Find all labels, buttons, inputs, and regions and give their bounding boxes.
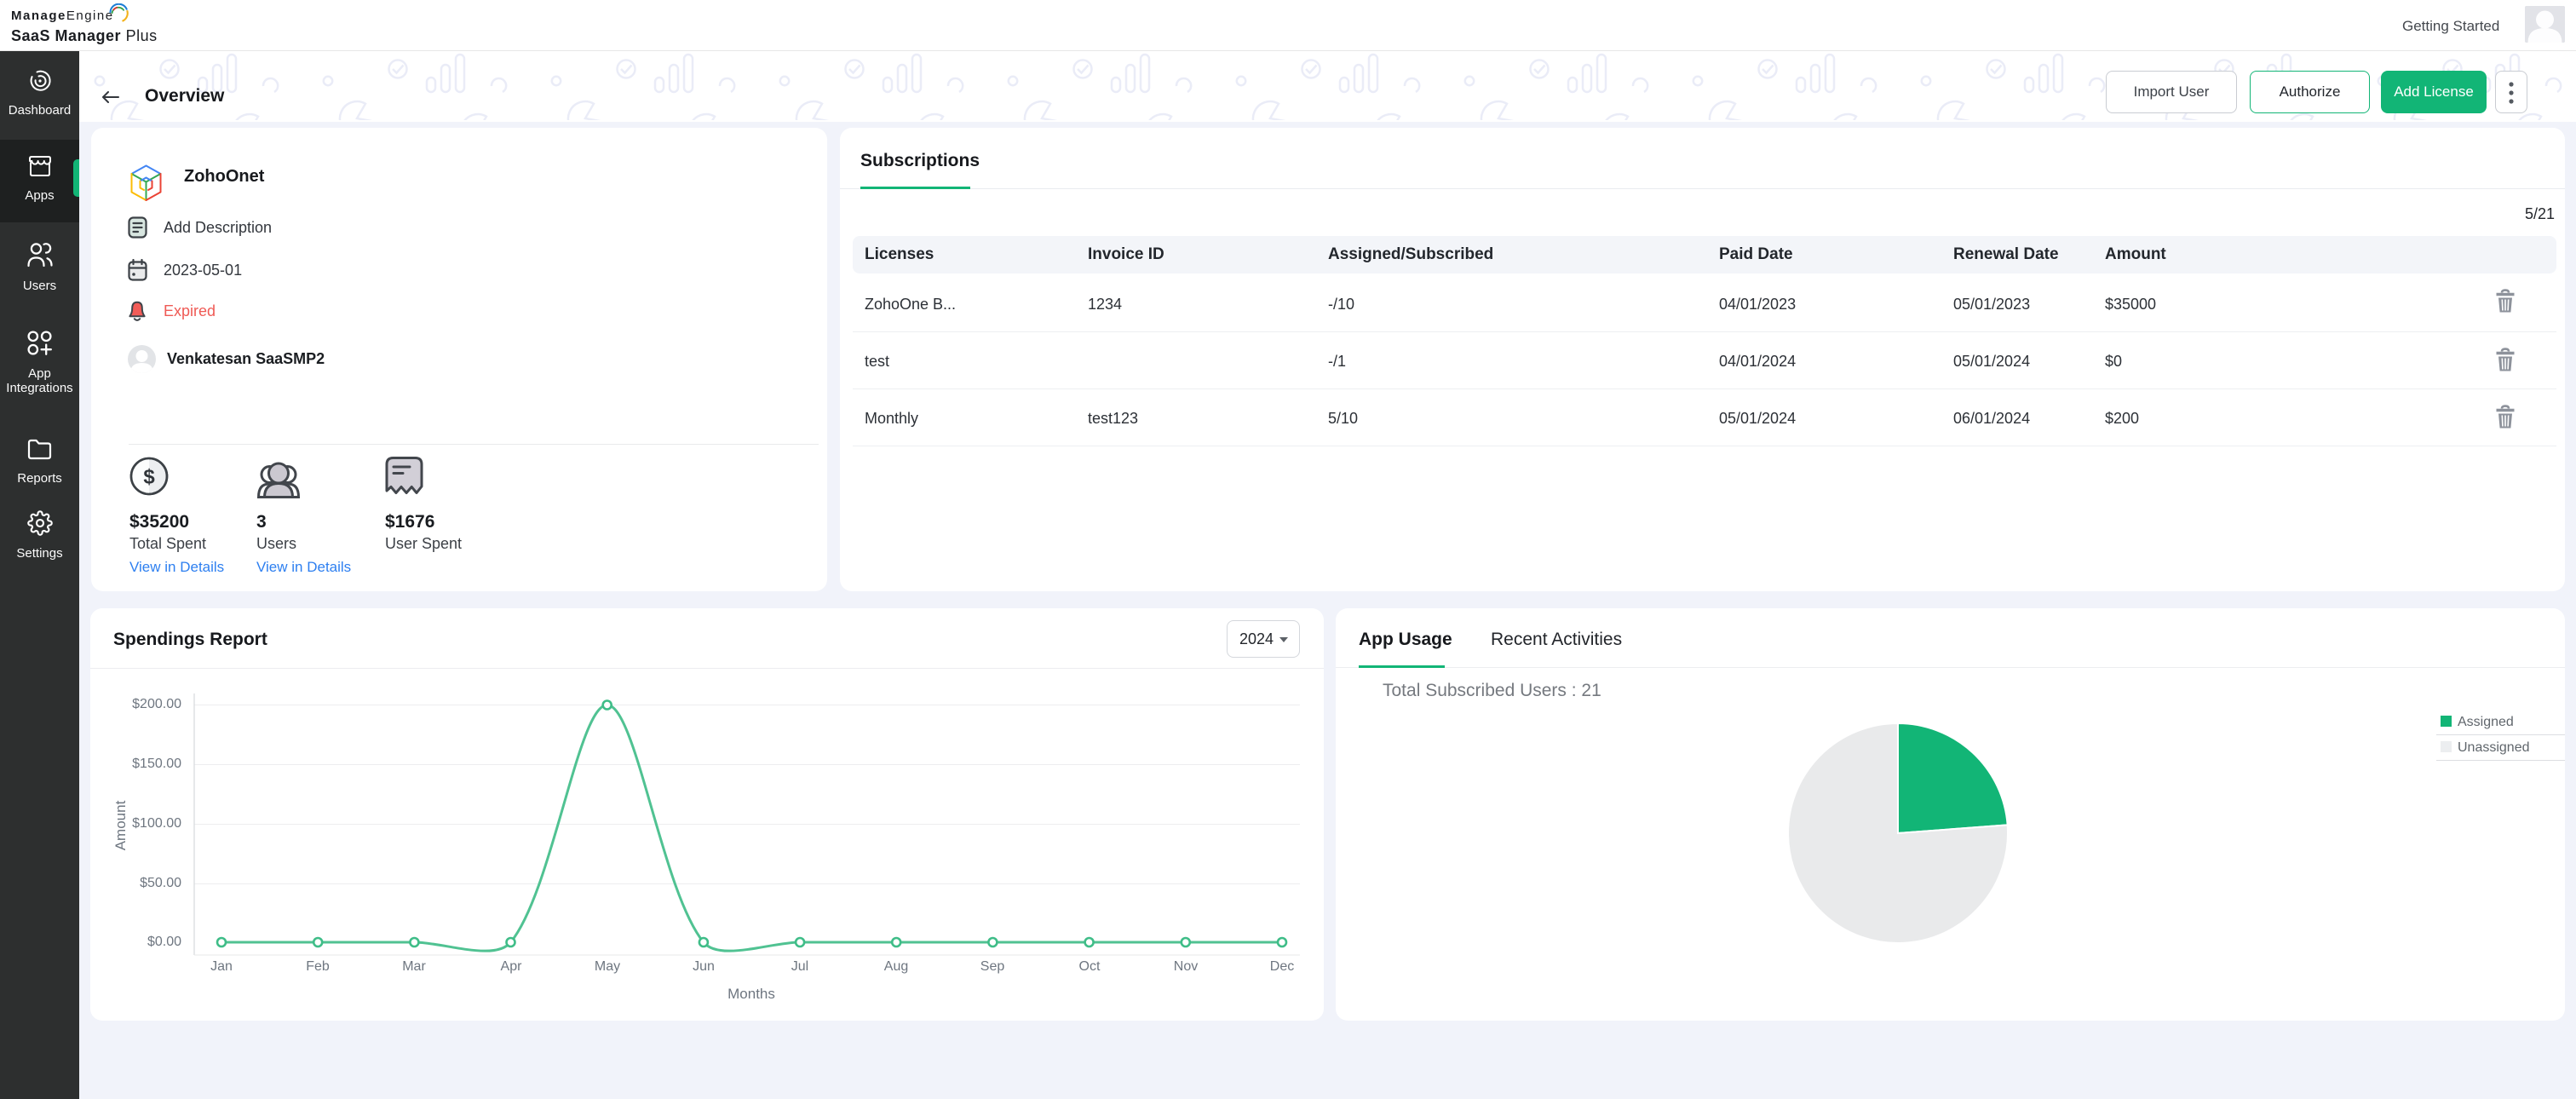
svg-text:$: $ bbox=[143, 466, 155, 489]
